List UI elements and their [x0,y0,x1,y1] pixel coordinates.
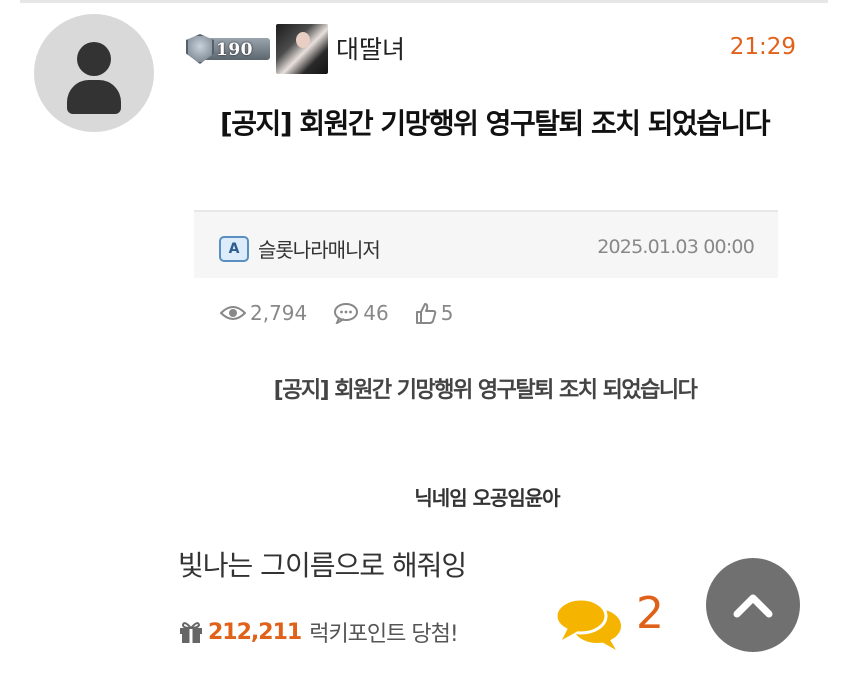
top-divider [20,0,828,3]
author-badge-icon: A [219,236,249,262]
user-photo[interactable] [276,24,328,74]
comments-stat: 46 [333,301,389,325]
user-icon [77,42,111,76]
views-count: 2,794 [250,301,308,325]
nickname[interactable]: 대딸녀 [336,30,405,66]
post-title[interactable]: [공지] 회원간 기망행위 영구탈퇴 조치 되었습니다 [220,100,780,148]
gift-icon [180,622,202,643]
author-name[interactable]: 슬롯나라매니저 [258,234,381,263]
lucky-points: 212,211 럭키포인트 당첨! [178,616,459,648]
lucky-points-label: 럭키포인트 당첨! [309,622,458,647]
likes-count: 5 [440,301,454,325]
avatar[interactable] [34,14,154,132]
author-box: A 슬롯나라매니저 2025.01.03 00:00 [194,210,778,278]
comment-icon [334,303,359,324]
likes-stat[interactable]: 5 [415,301,454,325]
lucky-points-value: 212,211 [208,619,302,645]
post-stats: 2,794 46 5 [220,298,479,328]
comments-count: 46 [363,301,389,325]
speech-bubbles-icon[interactable] [554,596,624,652]
notice-line: [공지] 회원간 기망행위 영구탈퇴 조치 되었습니다 [273,378,698,403]
views-stat: 2,794 [220,301,307,325]
level-badge: 190 [186,34,272,66]
nickname-line: 닉네임 오공임윤아 [414,486,560,510]
comment-count[interactable]: 2 [636,588,664,639]
post-time: 21:29 [729,34,796,60]
scroll-to-top-button[interactable] [706,558,800,652]
thumbs-up-icon [415,303,437,324]
comment-text: 빛나는 그이름으로 해줘잉 [178,549,467,582]
chevron-up-icon [733,594,773,618]
post-date: 2025.01.03 00:00 [597,236,755,258]
level-number: 190 [216,40,253,60]
eye-icon [220,306,246,320]
